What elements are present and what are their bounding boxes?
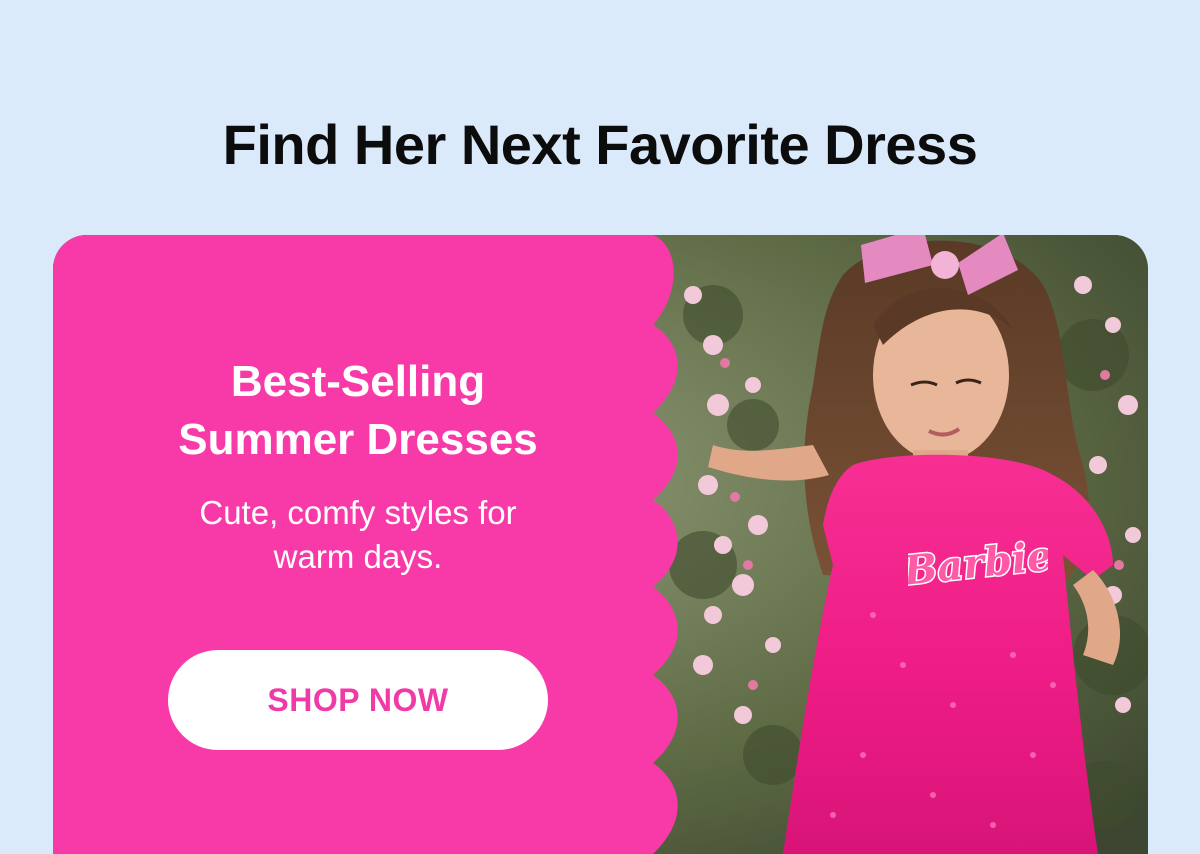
barbie-logo-text: Barbie <box>908 532 1048 594</box>
promo-title-line: Summer Dresses <box>178 415 538 464</box>
promo-content: Best-Selling Summer Dresses Cute, comfy … <box>108 235 608 854</box>
promo-subtitle-line: Cute, comfy styles for <box>199 494 517 531</box>
page-title: Find Her Next Favorite Dress <box>222 113 978 176</box>
promo-subtitle: Cute, comfy styles for warm days. <box>108 491 608 579</box>
barbie-logo-patch: Barbie <box>908 531 1048 596</box>
promo-banner[interactable]: Barbie Best-Selling Summer Dresses Cute,… <box>53 235 1148 854</box>
shop-now-button[interactable]: SHOP NOW <box>168 650 548 750</box>
promo-title-line: Best-Selling <box>230 357 486 406</box>
promo-title: Best-Selling Summer Dresses <box>108 353 608 469</box>
promo-subtitle-line: warm days. <box>273 538 443 575</box>
